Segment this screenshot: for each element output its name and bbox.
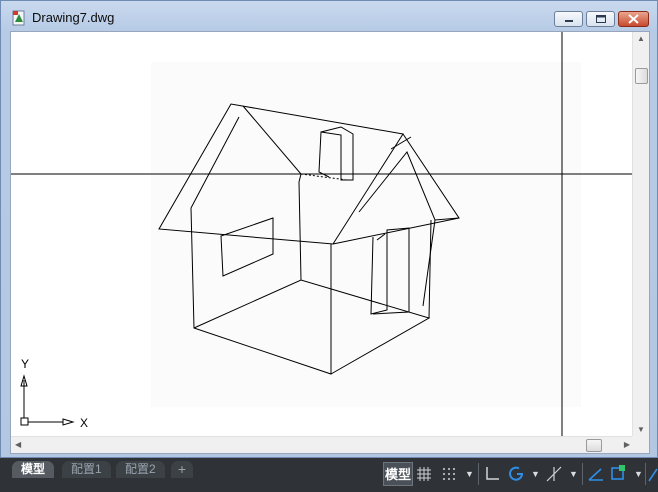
tab-layout2[interactable]: 配置2 xyxy=(116,461,165,478)
scroll-right-icon[interactable]: ▶ xyxy=(624,441,630,449)
ucs-y-label: Y xyxy=(21,357,29,371)
add-layout-tab[interactable]: + xyxy=(171,461,193,478)
dropdown-icon[interactable]: ▼ xyxy=(531,469,540,479)
ortho-icon[interactable] xyxy=(484,466,500,482)
ucs-x-label: X xyxy=(80,416,88,430)
model-space-button[interactable]: 模型 xyxy=(383,462,413,486)
isodraft-icon[interactable] xyxy=(545,465,563,483)
dropdown-icon[interactable]: ▼ xyxy=(634,469,643,479)
maximize-icon xyxy=(596,15,606,23)
minimize-button[interactable] xyxy=(554,11,583,27)
annotation-icon[interactable] xyxy=(648,465,658,483)
vertical-scrollbar[interactable]: ▲ ▼ xyxy=(632,32,649,437)
osnap-icon[interactable] xyxy=(587,465,605,483)
close-button[interactable] xyxy=(618,11,649,27)
horizontal-scroll-thumb[interactable] xyxy=(586,439,602,452)
vertical-scroll-thumb[interactable] xyxy=(635,68,648,84)
scroll-up-icon[interactable]: ▲ xyxy=(637,35,645,43)
dropdown-icon[interactable]: ▼ xyxy=(465,469,474,479)
dropdown-icon[interactable]: ▼ xyxy=(569,469,578,479)
viewport-bg xyxy=(151,62,581,407)
close-icon xyxy=(628,14,639,24)
autocad-drawing-icon xyxy=(12,10,25,26)
ucs-icon xyxy=(20,374,75,426)
separator xyxy=(582,463,583,485)
separator xyxy=(478,463,479,485)
title-bar[interactable]: Drawing7.dwg xyxy=(1,1,657,31)
tab-model[interactable]: 模型 xyxy=(12,461,55,478)
maximize-button[interactable] xyxy=(586,11,615,27)
status-bar: 模型 配置1 配置2 + 模型 ▼ ▼ ▼ ▼ xyxy=(0,458,658,492)
house-drawing[interactable]: Y X xyxy=(11,32,634,437)
scroll-down-icon[interactable]: ▼ xyxy=(637,426,645,434)
scrollbar-corner xyxy=(632,436,649,453)
snap-icon[interactable] xyxy=(441,466,457,482)
dynamic-ucs-icon[interactable] xyxy=(609,464,627,482)
tab-layout1[interactable]: 配置1 xyxy=(62,461,111,478)
scroll-left-icon[interactable]: ◀ xyxy=(15,441,21,449)
drawing-area[interactable]: Y X ▲ ▼ ◀ ▶ xyxy=(10,31,650,454)
grid-icon[interactable] xyxy=(417,466,431,482)
window-title: Drawing7.dwg xyxy=(32,10,115,25)
horizontal-scrollbar[interactable]: ◀ ▶ xyxy=(11,436,634,453)
polar-icon[interactable] xyxy=(508,465,526,483)
separator xyxy=(645,463,646,485)
minimize-icon xyxy=(565,20,573,22)
drawing-window: Drawing7.dwg Y X ▲ ▼ ◀ ▶ xyxy=(0,0,658,458)
